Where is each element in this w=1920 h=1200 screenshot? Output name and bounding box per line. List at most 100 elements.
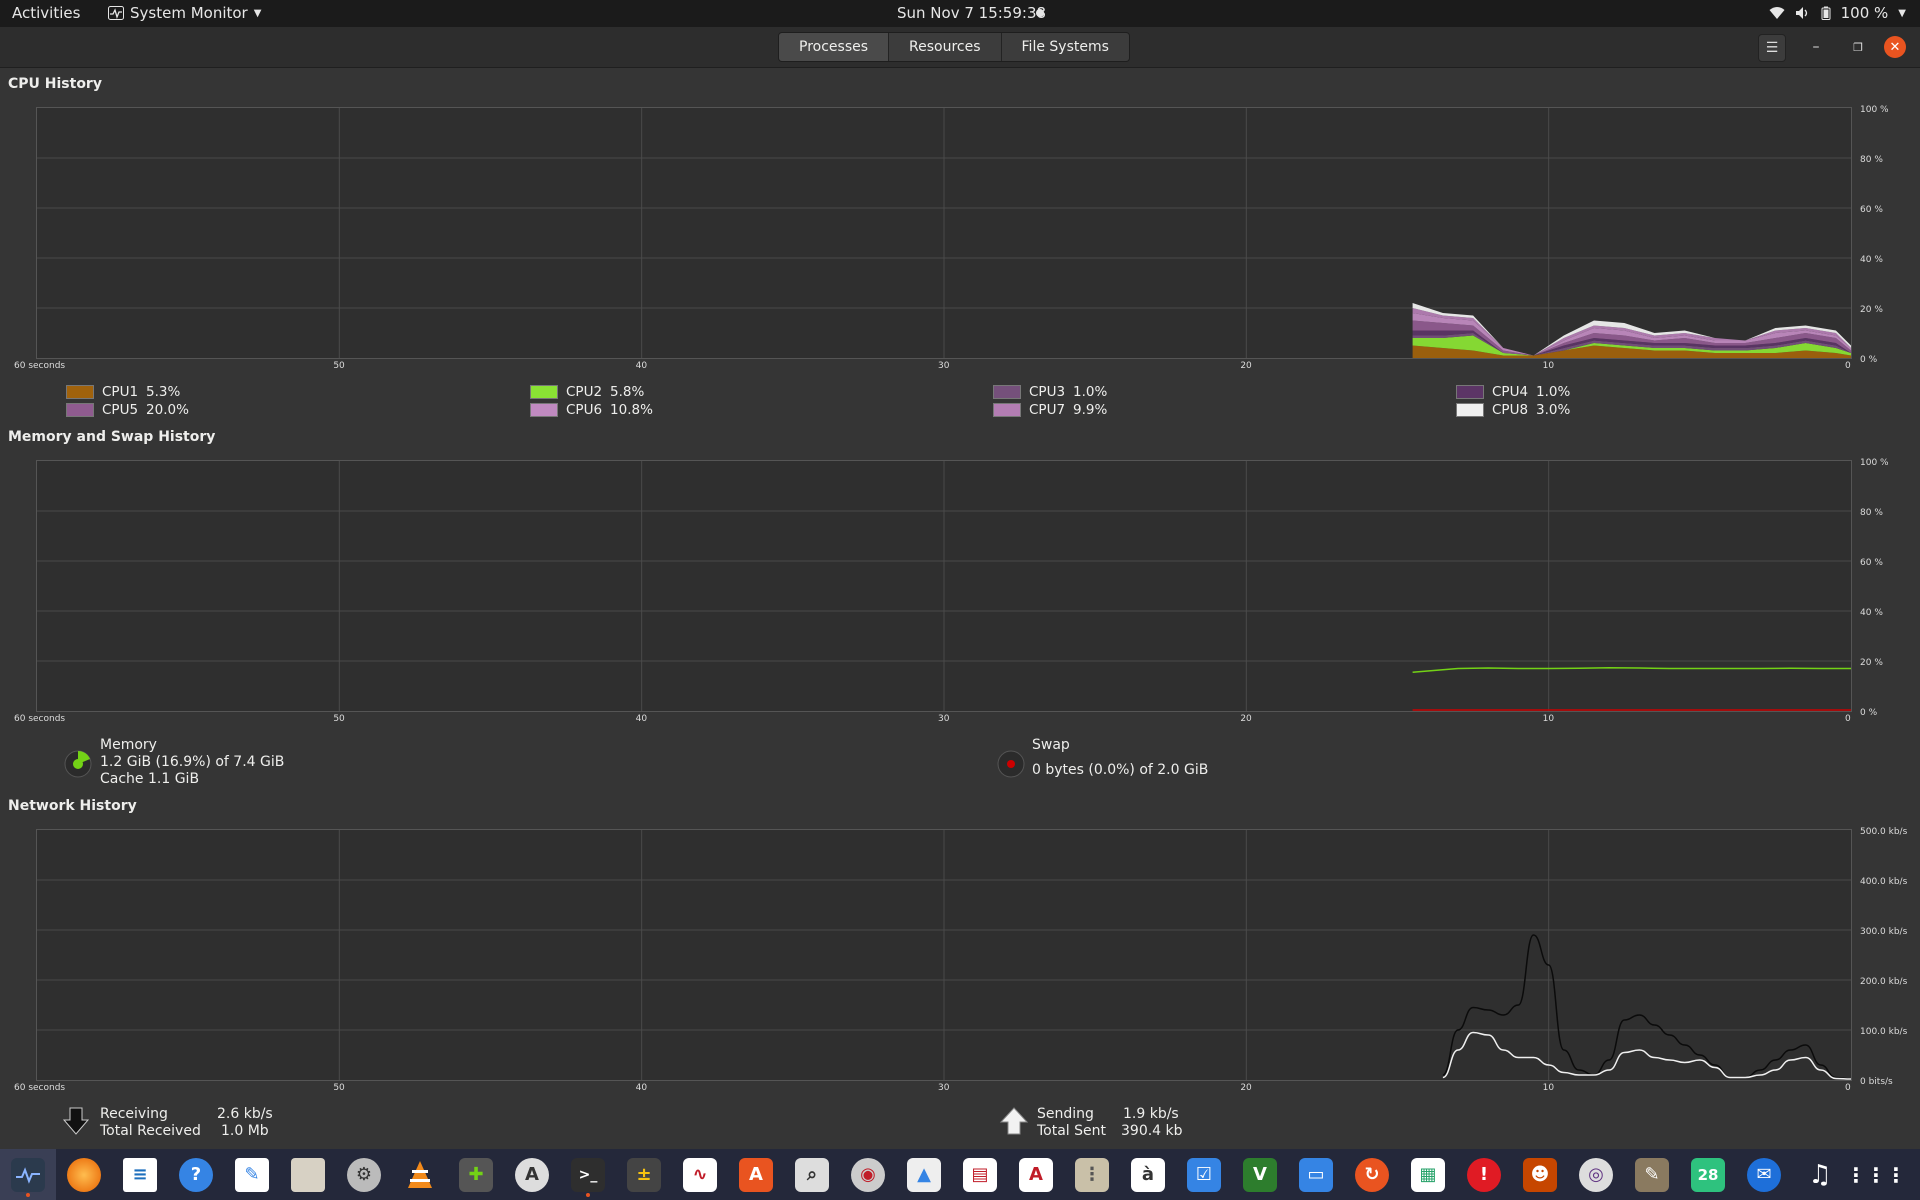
- dock-error-reporter[interactable]: !: [1456, 1149, 1512, 1200]
- dock-thunderbird[interactable]: ✉: [1736, 1149, 1792, 1200]
- dock-pdf[interactable]: A: [1008, 1149, 1064, 1200]
- sending-info: Sending 1.9 kb/s Total Sent 390.4 kb: [1037, 1106, 1183, 1140]
- cpu6-swatch[interactable]: [530, 403, 558, 417]
- x-tick-label: 0: [1845, 361, 1851, 371]
- firefox-icon: [67, 1157, 101, 1192]
- dock-calc[interactable]: ▦: [1400, 1149, 1456, 1200]
- dock-font-viewer[interactable]: à: [1120, 1149, 1176, 1200]
- menu-button[interactable]: ☰: [1758, 34, 1786, 62]
- sending-arrow-icon[interactable]: [999, 1106, 1029, 1136]
- dock-game[interactable]: ☻: [1512, 1149, 1568, 1200]
- archive-icon: ⋮: [1075, 1157, 1109, 1192]
- dock-archive[interactable]: ⋮: [1064, 1149, 1120, 1200]
- dock-music[interactable]: ♫: [1792, 1149, 1848, 1200]
- cpu7-label: CPU7: [1029, 402, 1066, 418]
- dock-calendar[interactable]: 28: [1680, 1149, 1736, 1200]
- cpu6-legend[interactable]: CPU6 10.8%: [530, 402, 653, 418]
- gimp-icon: ✎: [1635, 1157, 1669, 1192]
- dock-remote-desktop[interactable]: ▭: [1288, 1149, 1344, 1200]
- dock-gimp[interactable]: ✎: [1624, 1149, 1680, 1200]
- dock-system-monitor[interactable]: [0, 1149, 56, 1200]
- dock-terminal[interactable]: >_: [560, 1149, 616, 1200]
- cpu3-swatch[interactable]: [993, 385, 1021, 399]
- x-tick-label: 30: [938, 1083, 950, 1093]
- cpu3-value: 1.0%: [1073, 384, 1108, 400]
- memory-label: Memory: [100, 737, 157, 753]
- cpu4-legend[interactable]: CPU4 1.0%: [1456, 384, 1570, 400]
- settings-icon: ⚙: [347, 1157, 381, 1192]
- dock-text-editor[interactable]: ✎: [224, 1149, 280, 1200]
- dock-app-center[interactable]: A: [728, 1149, 784, 1200]
- dock-vlc[interactable]: [392, 1149, 448, 1200]
- system-monitor-icon: [11, 1157, 45, 1192]
- clock[interactable]: Sun Nov 7 15:59:38: [897, 4, 1046, 22]
- y-tick-label: 200.0 kb/s: [1860, 977, 1908, 987]
- memory-info: Memory 1.2 GiB (16.9%) of 7.4 GiB Cache …: [100, 737, 284, 788]
- cpu8-legend[interactable]: CPU8 3.0%: [1456, 402, 1570, 418]
- system-tray[interactable]: 100 % ▼: [1769, 4, 1906, 22]
- dock-firefox[interactable]: [56, 1149, 112, 1200]
- memory-history-title: Memory and Swap History: [8, 429, 216, 445]
- dock-settings[interactable]: ⚙: [336, 1149, 392, 1200]
- dock-show-apps[interactable]: ⋮⋮⋮: [1846, 1149, 1906, 1200]
- system-monitor-icon: [108, 6, 124, 20]
- tab-resources[interactable]: Resources: [889, 33, 1002, 61]
- close-button[interactable]: ✕: [1884, 36, 1906, 58]
- dock-camera[interactable]: ◎: [1568, 1149, 1624, 1200]
- receiving-label: Receiving: [100, 1106, 168, 1122]
- cpu2-legend[interactable]: CPU2 5.8%: [530, 384, 644, 400]
- cpu1-swatch[interactable]: [66, 385, 94, 399]
- close-icon: ✕: [1889, 39, 1901, 55]
- total-sent-label: Total Sent: [1037, 1123, 1107, 1139]
- dock-image-viewer[interactable]: ▲: [896, 1149, 952, 1200]
- dock-calculator[interactable]: ±: [616, 1149, 672, 1200]
- dock-software-updater[interactable]: A: [504, 1149, 560, 1200]
- memory-value: 1.2 GiB (16.9%) of 7.4 GiB: [100, 754, 285, 770]
- dock-vim[interactable]: V: [1232, 1149, 1288, 1200]
- total-received-value: 1.0 Mb: [221, 1123, 269, 1139]
- x-tick-label: 40: [635, 361, 648, 371]
- cpu3-legend[interactable]: CPU3 1.0%: [993, 384, 1107, 400]
- cpu7-legend[interactable]: CPU7 9.9%: [993, 402, 1107, 418]
- cpu5-swatch[interactable]: [66, 403, 94, 417]
- y-tick-label: 20 %: [1860, 658, 1883, 668]
- chevron-down-icon: ▼: [253, 7, 262, 19]
- x-tick-label: 40: [635, 1083, 648, 1093]
- activities-button[interactable]: Activities: [12, 4, 80, 22]
- dock-files[interactable]: [280, 1149, 336, 1200]
- cpu2-swatch[interactable]: [530, 385, 558, 399]
- cpu1-legend[interactable]: CPU1 5.3%: [66, 384, 180, 400]
- maximize-button[interactable]: ❐: [1845, 34, 1871, 60]
- dock-writer[interactable]: ≡: [112, 1149, 168, 1200]
- pdf-icon: A: [1019, 1157, 1053, 1192]
- tab-file-systems[interactable]: File Systems: [1001, 33, 1129, 61]
- dock-search[interactable]: ⌕: [784, 1149, 840, 1200]
- cpu7-swatch[interactable]: [993, 403, 1021, 417]
- dock-impress[interactable]: ▤: [952, 1149, 1008, 1200]
- x-tick-label: 10: [1542, 361, 1555, 371]
- dock-help[interactable]: ?: [168, 1149, 224, 1200]
- cpu5-legend[interactable]: CPU5 20.0%: [66, 402, 189, 418]
- dock-extensions[interactable]: ✚: [448, 1149, 504, 1200]
- receiving-arrow-icon[interactable]: [62, 1106, 90, 1136]
- minimize-button[interactable]: –: [1803, 34, 1829, 60]
- swap-label: Swap: [1032, 737, 1070, 753]
- y-tick-label: 60 %: [1860, 205, 1883, 215]
- swap-pie-icon[interactable]: [996, 749, 1026, 779]
- tab-processes[interactable]: Processes: [779, 33, 890, 61]
- graph-app-icon: ∿: [683, 1157, 717, 1192]
- x-tick-label: 20: [1240, 1083, 1252, 1093]
- app-menu[interactable]: System Monitor ▼: [108, 4, 261, 22]
- x-tick-label: 30: [938, 361, 950, 371]
- dock-disk-usage[interactable]: ◉: [840, 1149, 896, 1200]
- cpu4-swatch[interactable]: [1456, 385, 1484, 399]
- cpu8-swatch[interactable]: [1456, 403, 1484, 417]
- memory-series-memory: [1412, 667, 1851, 674]
- x-tick-label: 20: [1240, 361, 1252, 371]
- dock-tasks[interactable]: ☑: [1176, 1149, 1232, 1200]
- text-editor-icon: ✎: [235, 1157, 269, 1192]
- dock-monitor-app[interactable]: ∿: [672, 1149, 728, 1200]
- sending-label: Sending: [1037, 1106, 1094, 1122]
- memory-pie-icon[interactable]: [63, 749, 93, 779]
- dock-backup[interactable]: ↻: [1344, 1149, 1400, 1200]
